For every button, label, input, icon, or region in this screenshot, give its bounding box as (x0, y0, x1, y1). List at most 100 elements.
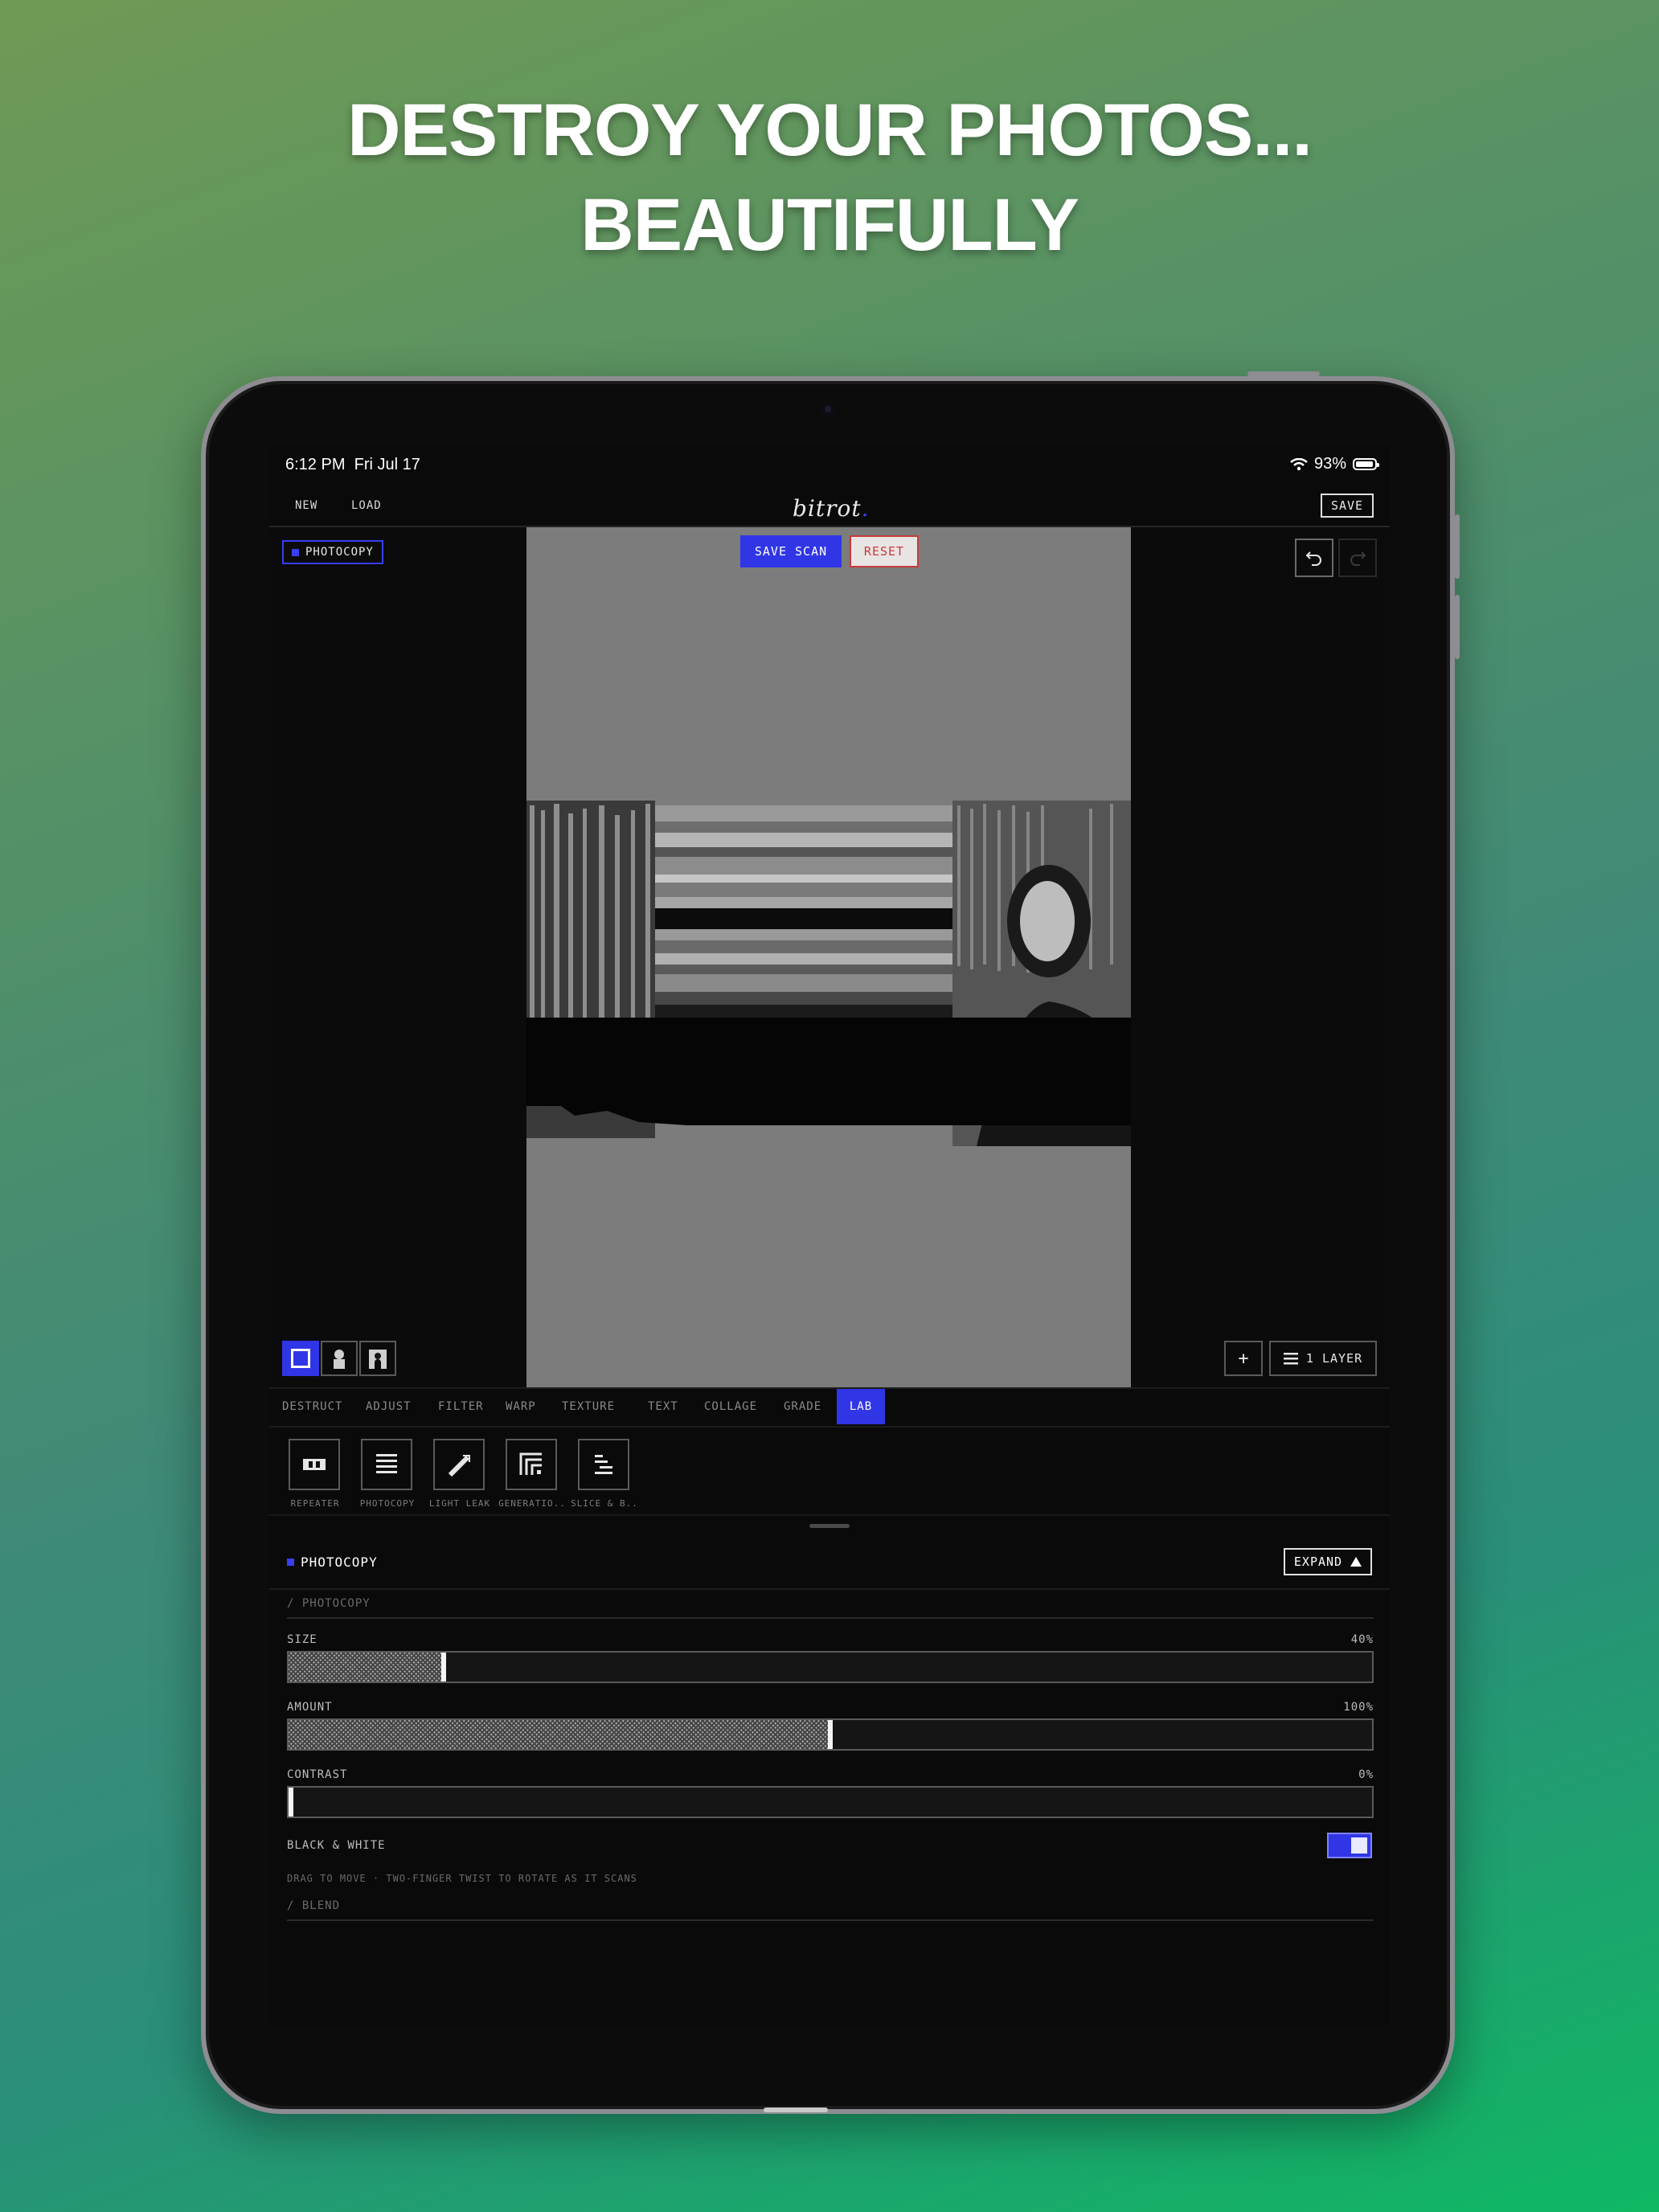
redo-icon (1350, 551, 1366, 566)
layers-list-icon (1283, 1353, 1298, 1365)
tag-square-icon (292, 548, 299, 556)
home-indicator (764, 2108, 828, 2112)
load-button[interactable]: LOAD (351, 499, 382, 512)
undo-icon (1305, 551, 1321, 566)
headline-line-1: DESTROY YOUR PHOTOS... (347, 89, 1313, 171)
tool-generation-box[interactable] (506, 1439, 557, 1490)
tool-light-leak-box[interactable] (433, 1439, 485, 1490)
repeater-icon (303, 1459, 326, 1470)
tool-slice-box[interactable] (578, 1439, 629, 1490)
save-scan-button[interactable]: SAVE SCAN (740, 535, 842, 567)
tool-repeater[interactable]: REPEATER (289, 1439, 342, 1509)
tool-slice-label: SLICE & B.. (571, 1498, 638, 1509)
battery-percent: 93% (1313, 455, 1346, 473)
tool-light-leak-label: LIGHT LEAK (428, 1498, 491, 1509)
light-leak-icon (448, 1455, 470, 1477)
contrast-label: CONTRAST (287, 1768, 348, 1781)
battery-icon (1353, 458, 1379, 470)
undo-button[interactable] (1295, 539, 1333, 577)
layers-button[interactable]: 1 LAYER (1269, 1341, 1377, 1376)
section-photocopy: / PHOTOCOPY (287, 1590, 1374, 1619)
mask-background-button[interactable] (359, 1341, 396, 1376)
size-slider[interactable] (287, 1651, 1374, 1683)
tool-light-leak[interactable]: LIGHT LEAK (429, 1439, 490, 1509)
contrast-slider[interactable] (287, 1786, 1374, 1818)
photocopy-icon (376, 1454, 397, 1473)
tool-repeater-box[interactable] (289, 1439, 340, 1490)
expand-label: EXPAND (1293, 1555, 1343, 1569)
triangle-up-icon (1350, 1557, 1362, 1567)
size-label: SIZE (287, 1633, 317, 1646)
tab-texture[interactable]: TEXTURE (551, 1389, 626, 1424)
amount-slider-fill (289, 1720, 830, 1749)
status-time-date: 6:12 PM Fri Jul 17 (285, 456, 420, 474)
mask-full-button[interactable] (282, 1341, 319, 1376)
amount-slider-thumb[interactable] (828, 1720, 833, 1749)
tab-warp[interactable]: WARP (494, 1389, 547, 1424)
panel-title-label: PHOTOCOPY (301, 1555, 378, 1570)
tool-photocopy[interactable]: PHOTOCOPY (360, 1439, 414, 1509)
tool-slice[interactable]: SLICE & B.. (571, 1439, 637, 1509)
black-white-label: BLACK & WHITE (287, 1839, 386, 1852)
tab-collage[interactable]: COLLAGE (693, 1389, 768, 1424)
camera-icon (821, 403, 834, 416)
app-topbar: NEW LOAD bitrot. SAVE (269, 489, 1390, 527)
mask-subject-button[interactable] (321, 1341, 358, 1376)
device-volume-down (1455, 595, 1460, 659)
size-slider-thumb[interactable] (440, 1653, 446, 1682)
tab-destruct[interactable]: DESTRUCT (271, 1389, 354, 1424)
tab-grade[interactable]: GRADE (772, 1389, 833, 1424)
app-logo: bitrot. (793, 495, 870, 522)
logo-text: bitrot (793, 495, 862, 522)
save-button[interactable]: SAVE (1321, 494, 1374, 518)
status-right: 93% (1290, 455, 1379, 473)
category-tabs: DESTRUCT ADJUST FILTER WARP TEXTURE TEXT… (269, 1387, 1390, 1428)
tool-generation[interactable]: GENERATIO.. (498, 1439, 565, 1509)
tool-photocopy-label: PHOTOCOPY (359, 1498, 416, 1509)
status-time: 6:12 PM (285, 456, 346, 473)
contrast-value: 0% (1358, 1768, 1374, 1781)
lab-tools-row: REPEATER PHOTOCOPY LIGHT LEAK GENERATIO.… (269, 1426, 1390, 1516)
active-layer-tag[interactable]: PHOTOCOPY (282, 540, 383, 564)
tab-filter[interactable]: FILTER (427, 1389, 495, 1424)
canvas-area[interactable]: PHOTOCOPY SAVE SCAN RESET + 1 LAYER (269, 527, 1390, 1387)
layers-count: 1 LAYER (1305, 1351, 1363, 1366)
wifi-icon (1290, 457, 1308, 470)
tool-photocopy-box[interactable] (361, 1439, 412, 1490)
tool-repeater-label: REPEATER (290, 1498, 340, 1509)
panel-title: PHOTOCOPY (287, 1555, 378, 1570)
tab-adjust[interactable]: ADJUST (354, 1389, 423, 1424)
device-top-button (1247, 371, 1320, 376)
scan-hint: DRAG TO MOVE · TWO-FINGER TWIST TO ROTAT… (287, 1873, 637, 1884)
add-layer-button[interactable]: + (1224, 1341, 1263, 1376)
photo-canvas[interactable] (526, 527, 1131, 1387)
sheet-grabber[interactable] (809, 1524, 850, 1528)
section-blend[interactable]: / BLEND (287, 1892, 1374, 1921)
person-mask-icon (334, 1350, 345, 1369)
toggle-knob (1351, 1837, 1367, 1854)
glitched-photo (526, 801, 1131, 1146)
panel-square-icon (287, 1559, 294, 1566)
tool-generation-label: GENERATIO.. (498, 1498, 566, 1509)
panel-header: PHOTOCOPY EXPAND (269, 1537, 1390, 1590)
size-slider-fill (289, 1653, 444, 1682)
headline-line-2: BEAUTIFULLY (580, 184, 1079, 266)
active-layer-label: PHOTOCOPY (305, 546, 374, 559)
tab-text[interactable]: TEXT (637, 1389, 690, 1424)
device-volume-up (1455, 514, 1460, 579)
app-screen: 6:12 PM Fri Jul 17 93% NEW LOAD bitrot. … (269, 445, 1390, 2026)
new-button[interactable]: NEW (295, 499, 317, 512)
contrast-slider-thumb[interactable] (289, 1788, 293, 1817)
expand-button[interactable]: EXPAND (1284, 1548, 1372, 1575)
redo-button[interactable] (1338, 539, 1377, 577)
status-date: Fri Jul 17 (354, 456, 420, 473)
tab-lab[interactable]: LAB (837, 1389, 885, 1424)
amount-value: 100% (1343, 1701, 1374, 1714)
black-white-toggle[interactable] (1327, 1833, 1372, 1858)
head-mask-icon (369, 1350, 387, 1369)
amount-label: AMOUNT (287, 1701, 333, 1714)
logo-dot: . (861, 495, 870, 522)
amount-slider[interactable] (287, 1718, 1374, 1751)
reset-button[interactable]: RESET (850, 535, 919, 567)
size-value: 40% (1350, 1633, 1374, 1646)
